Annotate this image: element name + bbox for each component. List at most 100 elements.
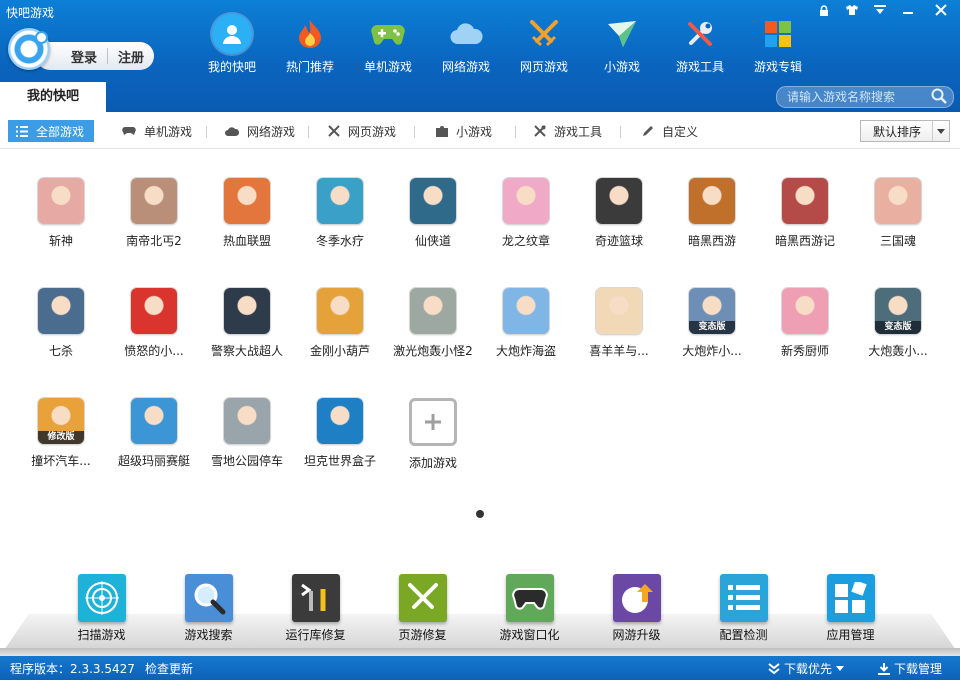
divider (515, 126, 516, 138)
game-tile[interactable]: 超级玛丽赛艇 (108, 398, 200, 469)
nav-item-albums[interactable]: 游戏专辑 (739, 14, 817, 75)
nav-item-tools[interactable]: 游戏工具 (661, 14, 739, 75)
tool-label: 运行库修复 (285, 628, 346, 642)
crossed-swords-icon (398, 574, 447, 622)
game-tile[interactable]: 新秀厨师 (759, 288, 851, 359)
game-tile[interactable]: 变态版 大炮炸小... (666, 288, 758, 359)
game-tile[interactable]: 七杀 (15, 288, 107, 359)
tool-button[interactable]: 网游升级 (583, 574, 690, 643)
skin-icon[interactable] (838, 0, 866, 20)
filter-tools[interactable]: 游戏工具 (534, 120, 602, 142)
add-game-button[interactable]: 添加游戏 (387, 398, 479, 471)
nav-item-online[interactable]: 网络游戏 (427, 14, 505, 75)
tool-button[interactable]: 运行库修复 (262, 574, 369, 643)
divider (206, 126, 207, 138)
user-icon (212, 14, 252, 54)
filter-online[interactable]: 网络游戏 (225, 120, 295, 142)
nav-item-mini[interactable]: 小游戏 (583, 14, 661, 75)
game-cover-icon (503, 178, 549, 224)
game-tile[interactable]: 变态版 大炮轰小... (852, 288, 944, 359)
search-input[interactable] (787, 89, 927, 105)
menu-icon[interactable] (866, 0, 894, 20)
game-tile[interactable]: 三国魂 (852, 178, 944, 249)
filter-label: 自定义 (662, 124, 699, 139)
filter-single[interactable]: 单机游戏 (122, 120, 192, 142)
game-badge: 修改版 (38, 431, 84, 444)
game-tile[interactable]: 金刚小葫芦 (294, 288, 386, 359)
filter-mini[interactable]: 小游戏 (436, 120, 492, 142)
nav-item-my-kuaiba[interactable]: 我的快吧 (193, 14, 271, 75)
game-tile[interactable]: 雪地公园停车 (201, 398, 293, 469)
check-update-link[interactable]: 检查更新 (145, 660, 193, 677)
login-pill: 登录 注册 (36, 42, 154, 70)
game-tile[interactable]: 斩神 (15, 178, 107, 249)
nav-item-web[interactable]: 网页游戏 (505, 14, 583, 75)
game-tile[interactable]: 热血联盟 (201, 178, 293, 249)
game-tile[interactable]: 冬季水疗 (294, 178, 386, 249)
game-cover-icon (410, 178, 456, 224)
kuaiba-logo-icon (8, 28, 50, 70)
game-name: 大炮轰小... (868, 344, 928, 358)
game-cover-icon (410, 288, 456, 334)
game-tile[interactable]: 暗黑西游记 (759, 178, 851, 249)
game-name: 喜羊羊与... (589, 344, 649, 358)
filter-web[interactable]: 网页游戏 (328, 120, 396, 142)
double-chevron-down-icon (768, 662, 780, 674)
game-tile[interactable]: 仙侠道 (387, 178, 479, 249)
game-name: 新秀厨师 (780, 344, 829, 358)
game-tile[interactable]: 坦克世界盒子 (294, 398, 386, 469)
game-tile[interactable]: 龙之纹章 (480, 178, 572, 249)
divider (414, 126, 415, 138)
game-tile[interactable]: 警察大战超人 (201, 288, 293, 359)
register-button[interactable]: 注册 (108, 47, 154, 66)
game-tile[interactable]: 暗黑西游 (666, 178, 758, 249)
tool-button[interactable]: 应用管理 (797, 574, 904, 643)
account-area: 登录 注册 (8, 28, 154, 74)
game-name: 激光炮轰小怪2 (393, 344, 473, 358)
nav-item-single[interactable]: 单机游戏 (349, 14, 427, 75)
game-name: 超级玛丽赛艇 (117, 454, 190, 468)
game-name: 冬季水疗 (315, 234, 364, 248)
game-cover-icon (596, 178, 642, 224)
search-icon[interactable] (931, 88, 947, 107)
tool-button[interactable]: 扫描游戏 (48, 574, 155, 643)
game-cover-icon (317, 288, 363, 334)
game-tile[interactable]: 喜羊羊与... (573, 288, 665, 359)
filter-label: 网络游戏 (247, 124, 296, 139)
game-tile[interactable]: 大炮炸海盗 (480, 288, 572, 359)
tool-button[interactable]: 配置检测 (690, 574, 797, 643)
filter-all[interactable]: 全部游戏 (8, 120, 95, 142)
sort-select[interactable]: 默认排序 (860, 120, 950, 142)
tool-button[interactable]: 页游修复 (369, 574, 476, 643)
game-cover-icon: 变态版 (689, 288, 735, 334)
game-tile[interactable]: 愤怒的小... (108, 288, 200, 359)
tool-button[interactable]: 游戏搜索 (155, 574, 262, 643)
game-tile[interactable]: 修改版 撞坏汽车... (15, 398, 107, 469)
game-tile[interactable]: 奇迹篮球 (573, 178, 665, 249)
nav-label: 游戏工具 (675, 60, 724, 74)
game-name: 仙侠道 (414, 234, 451, 248)
wrench-icon (534, 125, 546, 137)
game-name: 七杀 (48, 344, 73, 358)
game-cover-icon (782, 288, 828, 334)
page-indicator[interactable] (476, 510, 484, 518)
filter-label: 网页游戏 (348, 124, 397, 139)
tool-button[interactable]: 游戏窗口化 (476, 574, 583, 643)
game-tile[interactable]: 南帝北丐2 (108, 178, 200, 249)
download-manager-button[interactable]: 下载管理 (878, 660, 942, 677)
checklist-icon (719, 574, 768, 622)
tab-my-kuaiba[interactable]: 我的快吧 (0, 82, 106, 112)
game-tile[interactable]: 激光炮轰小怪2 (387, 288, 479, 359)
nav-item-hot[interactable]: 热门推荐 (271, 14, 349, 75)
wrench-screwdriver-icon (680, 14, 720, 54)
close-icon[interactable] (922, 0, 960, 20)
crossed-swords-icon (328, 125, 340, 137)
download-priority-button[interactable]: 下载优先 (768, 660, 845, 677)
filter-custom[interactable]: 自定义 (642, 120, 698, 142)
minimize-icon[interactable] (894, 0, 922, 20)
game-cover-icon (317, 398, 363, 444)
game-cover-icon (224, 288, 270, 334)
magnifier-icon (184, 574, 233, 622)
login-button[interactable]: 登录 (61, 47, 107, 66)
tools-shelf-edge (0, 648, 960, 656)
